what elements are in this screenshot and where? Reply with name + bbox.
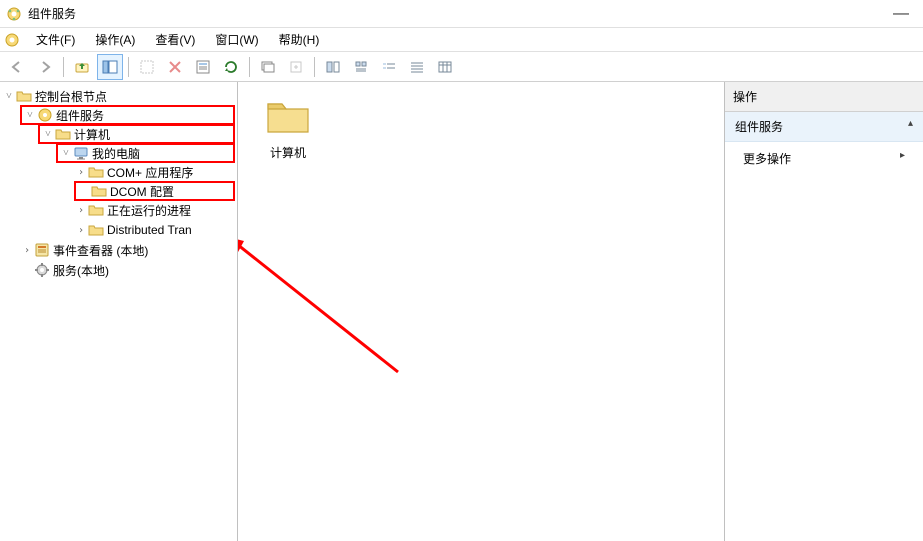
nav-forward-button[interactable] <box>32 54 58 80</box>
minimize-button[interactable]: — <box>885 5 917 23</box>
folder-large-icon <box>264 92 312 140</box>
chevron-down-icon[interactable]: ˅ <box>23 110 37 121</box>
folder-icon <box>88 164 104 180</box>
content-panel[interactable]: 计算机 <box>238 82 725 541</box>
tree-root[interactable]: ˅ 控制台根节点 <box>2 86 235 106</box>
computer-icon <box>73 145 89 161</box>
actions-context-label: 组件服务 <box>735 120 783 134</box>
actions-more-label: 更多操作 <box>743 152 791 166</box>
actions-more[interactable]: 更多操作 ▸ <box>725 142 923 175</box>
menubar: 文件(F) 操作(A) 查看(V) 窗口(W) 帮助(H) <box>0 28 923 52</box>
refresh-button[interactable] <box>218 54 244 80</box>
folder-icon <box>88 202 104 218</box>
tree-component-services-label: 组件服务 <box>56 107 104 124</box>
tree-my-computer[interactable]: ˅ 我的电脑 <box>56 143 235 163</box>
tree-computers-label: 计算机 <box>74 126 110 143</box>
titlebar: 组件服务 — <box>0 0 923 28</box>
tb-view-d-button[interactable] <box>404 54 430 80</box>
tree-services-label: 服务(本地) <box>53 262 109 279</box>
tree-distributed-tran[interactable]: › Distributed Tran <box>74 220 235 240</box>
tree-com-plus-label: COM+ 应用程序 <box>107 164 193 181</box>
services-icon <box>34 262 50 278</box>
chevron-right-icon[interactable]: › <box>74 225 88 236</box>
chevron-right-icon[interactable]: › <box>20 245 34 256</box>
chevron-down-icon[interactable]: ˅ <box>41 129 55 140</box>
up-level-button[interactable] <box>69 54 95 80</box>
chevron-up-icon[interactable]: ▴ <box>908 118 913 129</box>
content-item-label: 计算机 <box>270 144 306 161</box>
event-viewer-icon <box>34 242 50 258</box>
tree-dcom-label: DCOM 配置 <box>110 183 174 200</box>
tree-event-viewer[interactable]: › 事件查看器 (本地) <box>20 240 235 260</box>
nav-back-button[interactable] <box>4 54 30 80</box>
toolbar <box>0 52 923 82</box>
folder-icon <box>16 88 32 104</box>
delete-button[interactable] <box>162 54 188 80</box>
actions-panel: 操作 组件服务 ▴ 更多操作 ▸ <box>725 82 923 541</box>
folder-icon <box>91 183 107 199</box>
component-services-icon <box>37 107 53 123</box>
chevron-down-icon[interactable]: ˅ <box>59 148 73 159</box>
tree-component-services[interactable]: ˅ 组件服务 <box>20 105 235 125</box>
tree-dtc-label: Distributed Tran <box>107 223 192 237</box>
folder-icon <box>88 222 104 238</box>
content-item-computers[interactable]: 计算机 <box>248 92 328 161</box>
main-area: ˅ 控制台根节点 ˅ 组件服务 ˅ <box>0 82 923 541</box>
tree-root-label: 控制台根节点 <box>35 88 107 105</box>
app-icon <box>6 6 22 22</box>
tb-view-b-button[interactable] <box>348 54 374 80</box>
chevron-right-icon: ▸ <box>900 150 905 161</box>
tree-services[interactable]: 服务(本地) <box>20 260 235 280</box>
tree-running-processes[interactable]: › 正在运行的进程 <box>74 200 235 220</box>
actions-context: 组件服务 ▴ <box>725 112 923 142</box>
window-title: 组件服务 <box>28 5 76 22</box>
menu-window[interactable]: 窗口(W) <box>205 29 268 50</box>
export-button[interactable] <box>283 54 309 80</box>
tree-computers[interactable]: ˅ 计算机 <box>38 124 235 144</box>
show-tree-button[interactable] <box>97 54 123 80</box>
tree-event-viewer-label: 事件查看器 (本地) <box>53 242 148 259</box>
folder-icon <box>55 126 71 142</box>
tree-com-plus-apps[interactable]: › COM+ 应用程序 <box>74 162 235 182</box>
cut-button[interactable] <box>134 54 160 80</box>
properties-button[interactable] <box>190 54 216 80</box>
tree-panel: ˅ 控制台根节点 ˅ 组件服务 ˅ <box>0 82 238 541</box>
app-icon-small <box>4 32 20 48</box>
menu-view[interactable]: 查看(V) <box>145 29 205 50</box>
tree-dcom-config[interactable]: DCOM 配置 <box>74 181 235 201</box>
tree-my-computer-label: 我的电脑 <box>92 145 140 162</box>
menu-action[interactable]: 操作(A) <box>85 29 145 50</box>
tb-view-e-button[interactable] <box>432 54 458 80</box>
chevron-right-icon[interactable]: › <box>74 205 88 216</box>
tb-view-a-button[interactable] <box>320 54 346 80</box>
tree-running-label: 正在运行的进程 <box>107 202 191 219</box>
chevron-down-icon[interactable]: ˅ <box>2 91 16 102</box>
chevron-right-icon[interactable]: › <box>74 167 88 178</box>
menu-help[interactable]: 帮助(H) <box>269 29 330 50</box>
actions-header: 操作 <box>725 82 923 112</box>
menu-file[interactable]: 文件(F) <box>26 29 85 50</box>
new-window-button[interactable] <box>255 54 281 80</box>
tb-view-c-button[interactable] <box>376 54 402 80</box>
